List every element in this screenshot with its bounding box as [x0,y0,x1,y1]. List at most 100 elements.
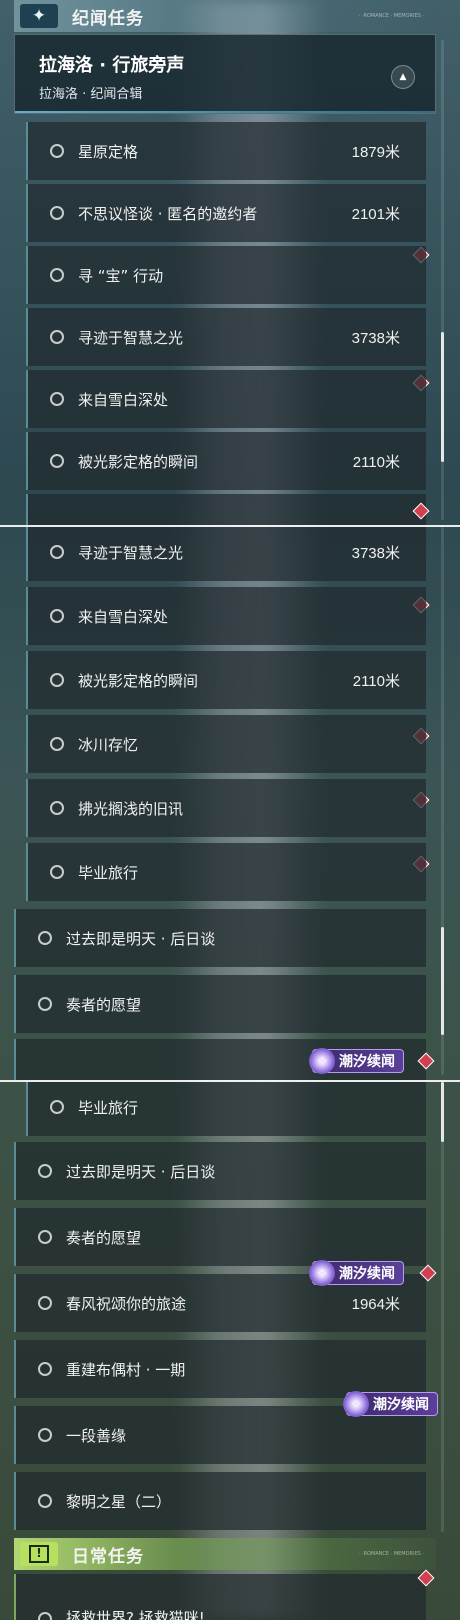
status-circle-icon [50,609,64,623]
quest-name: 过去即是明天 · 后日谈 [66,929,216,948]
quest-row[interactable]: 毕业旅行 [26,1082,426,1136]
group-title: 拉海洛 · 行旅旁声 [39,55,185,76]
quest-name: 黎明之星（二） [66,1492,172,1511]
quest-row[interactable]: 过去即是明天 · 后日谈 [14,909,426,967]
status-circle-icon [38,1362,52,1376]
quest-row[interactable]: 奏者的愿望 [14,975,426,1033]
quest-row[interactable]: 寻 “宝” 行动 [26,246,426,304]
quest-distance: 2110米 [352,672,400,690]
status-circle-icon [50,144,64,158]
quest-row[interactable]: 被光影定格的瞬间 2110米 [26,432,426,490]
quest-distance: 2101米 [351,205,400,223]
tide-badge-label: 潮汐续闻 [339,1266,395,1282]
panel-3: 毕业旅行 过去即是明天 · 后日谈 奏者的愿望 春风祝颂你的旅途 1964米 ✧… [0,1082,460,1620]
tide-badge: ✧ 潮汐续闻 [309,1260,404,1286]
tide-badge: ✧ 潮汐续闻 [309,1048,404,1074]
scroll-thumb[interactable] [441,1082,444,1142]
scrollbar[interactable] [441,527,444,1075]
panel-1: ✦ 纪闻任务 · ·ROMANCE · MEMORIES · 拉海洛 · 行旅旁… [0,0,460,525]
quest-name: 星原定格 [78,142,139,161]
tide-sparkle-icon: ✧ [309,1048,335,1074]
quest-row-partial[interactable] [26,494,426,525]
section-tiny-text: · ·ROMANCE · MEMORIES · [358,1551,424,1557]
quest-name: 奏者的愿望 [66,1228,142,1247]
status-circle-icon [38,1164,52,1178]
status-circle-icon [50,545,64,559]
scrollbar[interactable] [441,40,444,520]
quest-row[interactable]: 拂光搁浅的旧讯 [26,779,426,837]
panel-2: 寻迹于智慧之光 3738米 来自雪白深处 被光影定格的瞬间 2110米 冰川存忆… [0,527,460,1080]
quest-row[interactable]: 不思议怪谈 · 匿名的邀约者 2101米 [26,184,426,242]
quest-name: 来自雪白深处 [78,607,169,626]
quest-name: 毕业旅行 [78,863,139,882]
collapse-button[interactable]: ▲ [391,65,415,89]
status-circle-icon [38,1428,52,1442]
quest-row[interactable]: 奏者的愿望 [14,1208,426,1266]
status-circle-icon [38,931,52,945]
quest-distance: 1879米 [351,143,400,161]
quest-row[interactable]: 冰川存忆 [26,715,426,773]
scrollbar[interactable] [441,1082,444,1532]
quest-name: 不思议怪谈 · 匿名的邀约者 [78,204,258,223]
story-section-title: 纪闻任务 [72,8,144,29]
quest-name: 寻 “宝” 行动 [78,266,164,285]
story-section-header[interactable]: ✦ 纪闻任务 · ·ROMANCE · MEMORIES · [14,0,436,32]
status-circle-icon [38,1612,52,1620]
status-circle-icon [38,997,52,1011]
daily-section-title: 日常任务 [72,1546,144,1567]
status-circle-icon [38,1494,52,1508]
quest-row[interactable]: 被光影定格的瞬间 2110米 [26,651,426,709]
quest-group-card[interactable]: 拉海洛 · 行旅旁声 拉海洛 · 纪闻合辑 ▲ [14,34,436,114]
group-subtitle: 拉海洛 · 纪闻合辑 [39,87,143,102]
status-circle-icon [50,673,64,687]
tide-sparkle-icon: ✧ [309,1260,335,1286]
quest-name: 拂光搁浅的旧讯 [78,799,184,818]
quest-row[interactable]: 来自雪白深处 [26,370,426,428]
tide-sparkle-icon: ✧ [343,1391,369,1417]
quest-row[interactable]: 寻迹于智慧之光 3738米 [26,308,426,366]
quest-name: 寻迹于智慧之光 [78,543,184,562]
daily-section-header[interactable]: ! 日常任务 · ·ROMANCE · MEMORIES · [14,1538,436,1570]
compass-star-icon: ✦ [20,4,58,28]
quest-name: 寻迹于智慧之光 [78,328,184,347]
quest-row[interactable]: 黎明之星（二） [14,1472,426,1530]
tide-badge-label: 潮汐续闻 [373,1397,429,1413]
status-circle-icon [50,801,64,815]
status-circle-icon [50,330,64,344]
quest-name: 拯救世界? 拯救猫咪! [66,1609,205,1620]
section-tiny-text: · ·ROMANCE · MEMORIES · [358,13,424,19]
scroll-thumb[interactable] [441,927,444,1035]
status-circle-icon [50,454,64,468]
quest-row[interactable]: 寻迹于智慧之光 3738米 [26,527,426,581]
tide-badge: ✧ 潮汐续闻 [343,1391,438,1417]
status-circle-icon [50,737,64,751]
quest-row[interactable]: 星原定格 1879米 [26,122,426,180]
status-circle-icon [50,392,64,406]
quest-row[interactable]: 拯救世界? 拯救猫咪! [14,1574,426,1620]
quest-distance: 3738米 [351,329,400,347]
quest-name: 被光影定格的瞬间 [78,671,199,690]
quest-distance: 2110米 [352,453,400,471]
quest-name: 奏者的愿望 [66,995,142,1014]
quest-name: 来自雪白深处 [78,390,169,409]
quest-row[interactable]: 毕业旅行 [26,843,426,901]
status-circle-icon [50,1100,64,1114]
status-circle-icon [50,268,64,282]
quest-name: 重建布偶村 · 一期 [66,1360,186,1379]
quest-distance: 1964米 [351,1295,400,1313]
quest-name: 毕业旅行 [78,1098,139,1117]
tide-badge-label: 潮汐续闻 [339,1054,395,1070]
triangle-up-icon: ▲ [399,72,407,82]
quest-name: 春风祝颂你的旅途 [66,1294,187,1313]
quest-row[interactable]: 来自雪白深处 [26,587,426,645]
scroll-thumb[interactable] [441,332,444,462]
exclamation-box-icon: ! [20,1542,58,1566]
quest-name: 一段善缘 [66,1426,127,1445]
quest-name: 过去即是明天 · 后日谈 [66,1162,216,1181]
status-circle-icon [38,1230,52,1244]
quest-row[interactable]: 重建布偶村 · 一期 [14,1340,426,1398]
quest-name: 冰川存忆 [78,735,139,754]
status-circle-icon [50,865,64,879]
quest-row[interactable]: 过去即是明天 · 后日谈 [14,1142,426,1200]
status-circle-icon [38,1296,52,1310]
